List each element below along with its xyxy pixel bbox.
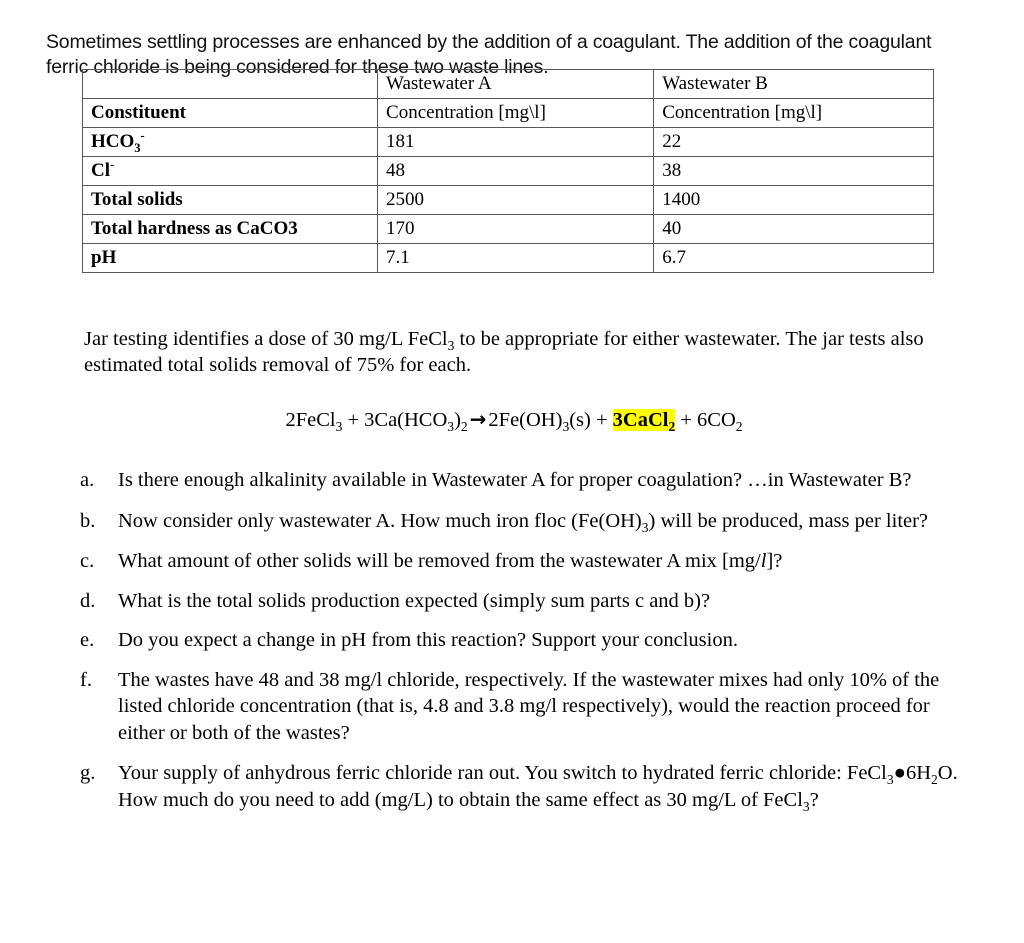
table-row: Total solids 2500 1400 [81,185,934,215]
cell-value-b: 22 [653,127,934,157]
subheader-cell-constituent: Constituent [81,98,379,128]
cell-constituent: pH [81,243,379,273]
question-list: a. Is there enough alkalinity available … [80,467,960,827]
list-item: a. Is there enough alkalinity available … [80,467,960,494]
list-item-marker: a. [80,469,95,491]
table-header-row: Wastewater A Wastewater B [81,69,934,99]
equation-products-pre: 2Fe(OH)3(s) + [488,409,608,435]
list-item-text: Now consider only wastewater A. How much… [118,509,929,535]
list-item-text: Your supply of anhydrous ferric chloride… [118,762,958,814]
list-item: g. Your supply of anhydrous ferric chlor… [80,760,960,813]
reaction-arrow-icon: → [469,407,487,431]
list-item-marker: e. [80,629,95,651]
jar-testing-line-1: Jar testing identifies a dose of 30 mg/L… [84,328,781,354]
table-subheader-row: Constituent Concentration [mg\l] Concent… [81,98,934,128]
jar-testing-paragraph: Jar testing identifies a dose of 30 mg/L… [84,326,944,378]
cell-value-a: 170 [377,214,655,244]
header-cell-blank [81,69,379,99]
chemical-equation: 2FeCl3 + 3Ca(HCO3)2 →2Fe(OH)3(s) + 3CaCl2… [84,406,944,433]
list-item: e. Do you expect a change in pH from thi… [80,627,960,654]
list-item: c. What amount of other solids will be r… [80,548,960,575]
subheader-cell-concentration-a: Concentration [mg\l] [377,98,655,128]
table-row: HCO3- 181 22 [81,127,934,157]
cell-value-a: 181 [377,127,655,157]
list-item-marker: b. [80,509,96,532]
list-item-text: Do you expect a change in pH from this r… [118,629,738,651]
list-item: d. What is the total solids production e… [80,588,960,615]
list-item-text: The wastes have 48 and 38 mg/l chloride,… [118,668,940,744]
header-cell-wastewater-b: Wastewater B [653,69,934,99]
cell-value-a: 2500 [377,185,655,215]
table-body: Wastewater A Wastewater B Constituent Co… [81,69,934,273]
table-row: Total hardness as CaCO3 170 40 [81,214,934,244]
equation-highlighted-product: 3CaCl2 [612,409,676,435]
table-row: Cl- 48 38 [81,156,934,186]
subheader-cell-concentration-b: Concentration [mg\l] [653,98,934,128]
wastewater-constituent-table: Wastewater A Wastewater B Constituent Co… [81,69,934,273]
list-item-text: Is there enough alkalinity available in … [118,469,912,491]
list-item: b. Now consider only wastewater A. How m… [80,508,960,535]
cell-constituent: Cl- [81,156,379,186]
cell-constituent: Total solids [81,185,379,215]
cell-constituent: HCO3- [81,127,379,157]
document-page: Sometimes settling processes are enhance… [0,0,1024,943]
cell-value-a: 7.1 [377,243,655,273]
equation-reactants: 2FeCl3 + 3Ca(HCO3)2 [285,409,468,435]
list-item-marker: f. [80,668,92,691]
cell-value-b: 6.7 [653,243,934,273]
cell-value-b: 40 [653,214,934,244]
equation-products-post: + 6CO2 [680,409,743,435]
list-item-marker: g. [80,762,96,784]
list-item: f. The wastes have 48 and 38 mg/l chlori… [80,667,960,747]
cell-value-b: 1400 [653,185,934,215]
cell-constituent: Total hardness as CaCO3 [81,214,379,244]
list-item-text: What amount of other solids will be remo… [118,550,783,572]
list-item-marker: c. [80,550,95,572]
table-row: pH 7.1 6.7 [81,243,934,273]
list-item-text: What is the total solids production expe… [118,589,711,612]
cell-value-b: 38 [653,156,934,186]
header-cell-wastewater-a: Wastewater A [377,69,655,99]
list-item-marker: d. [80,589,96,612]
cell-value-a: 48 [377,156,655,186]
